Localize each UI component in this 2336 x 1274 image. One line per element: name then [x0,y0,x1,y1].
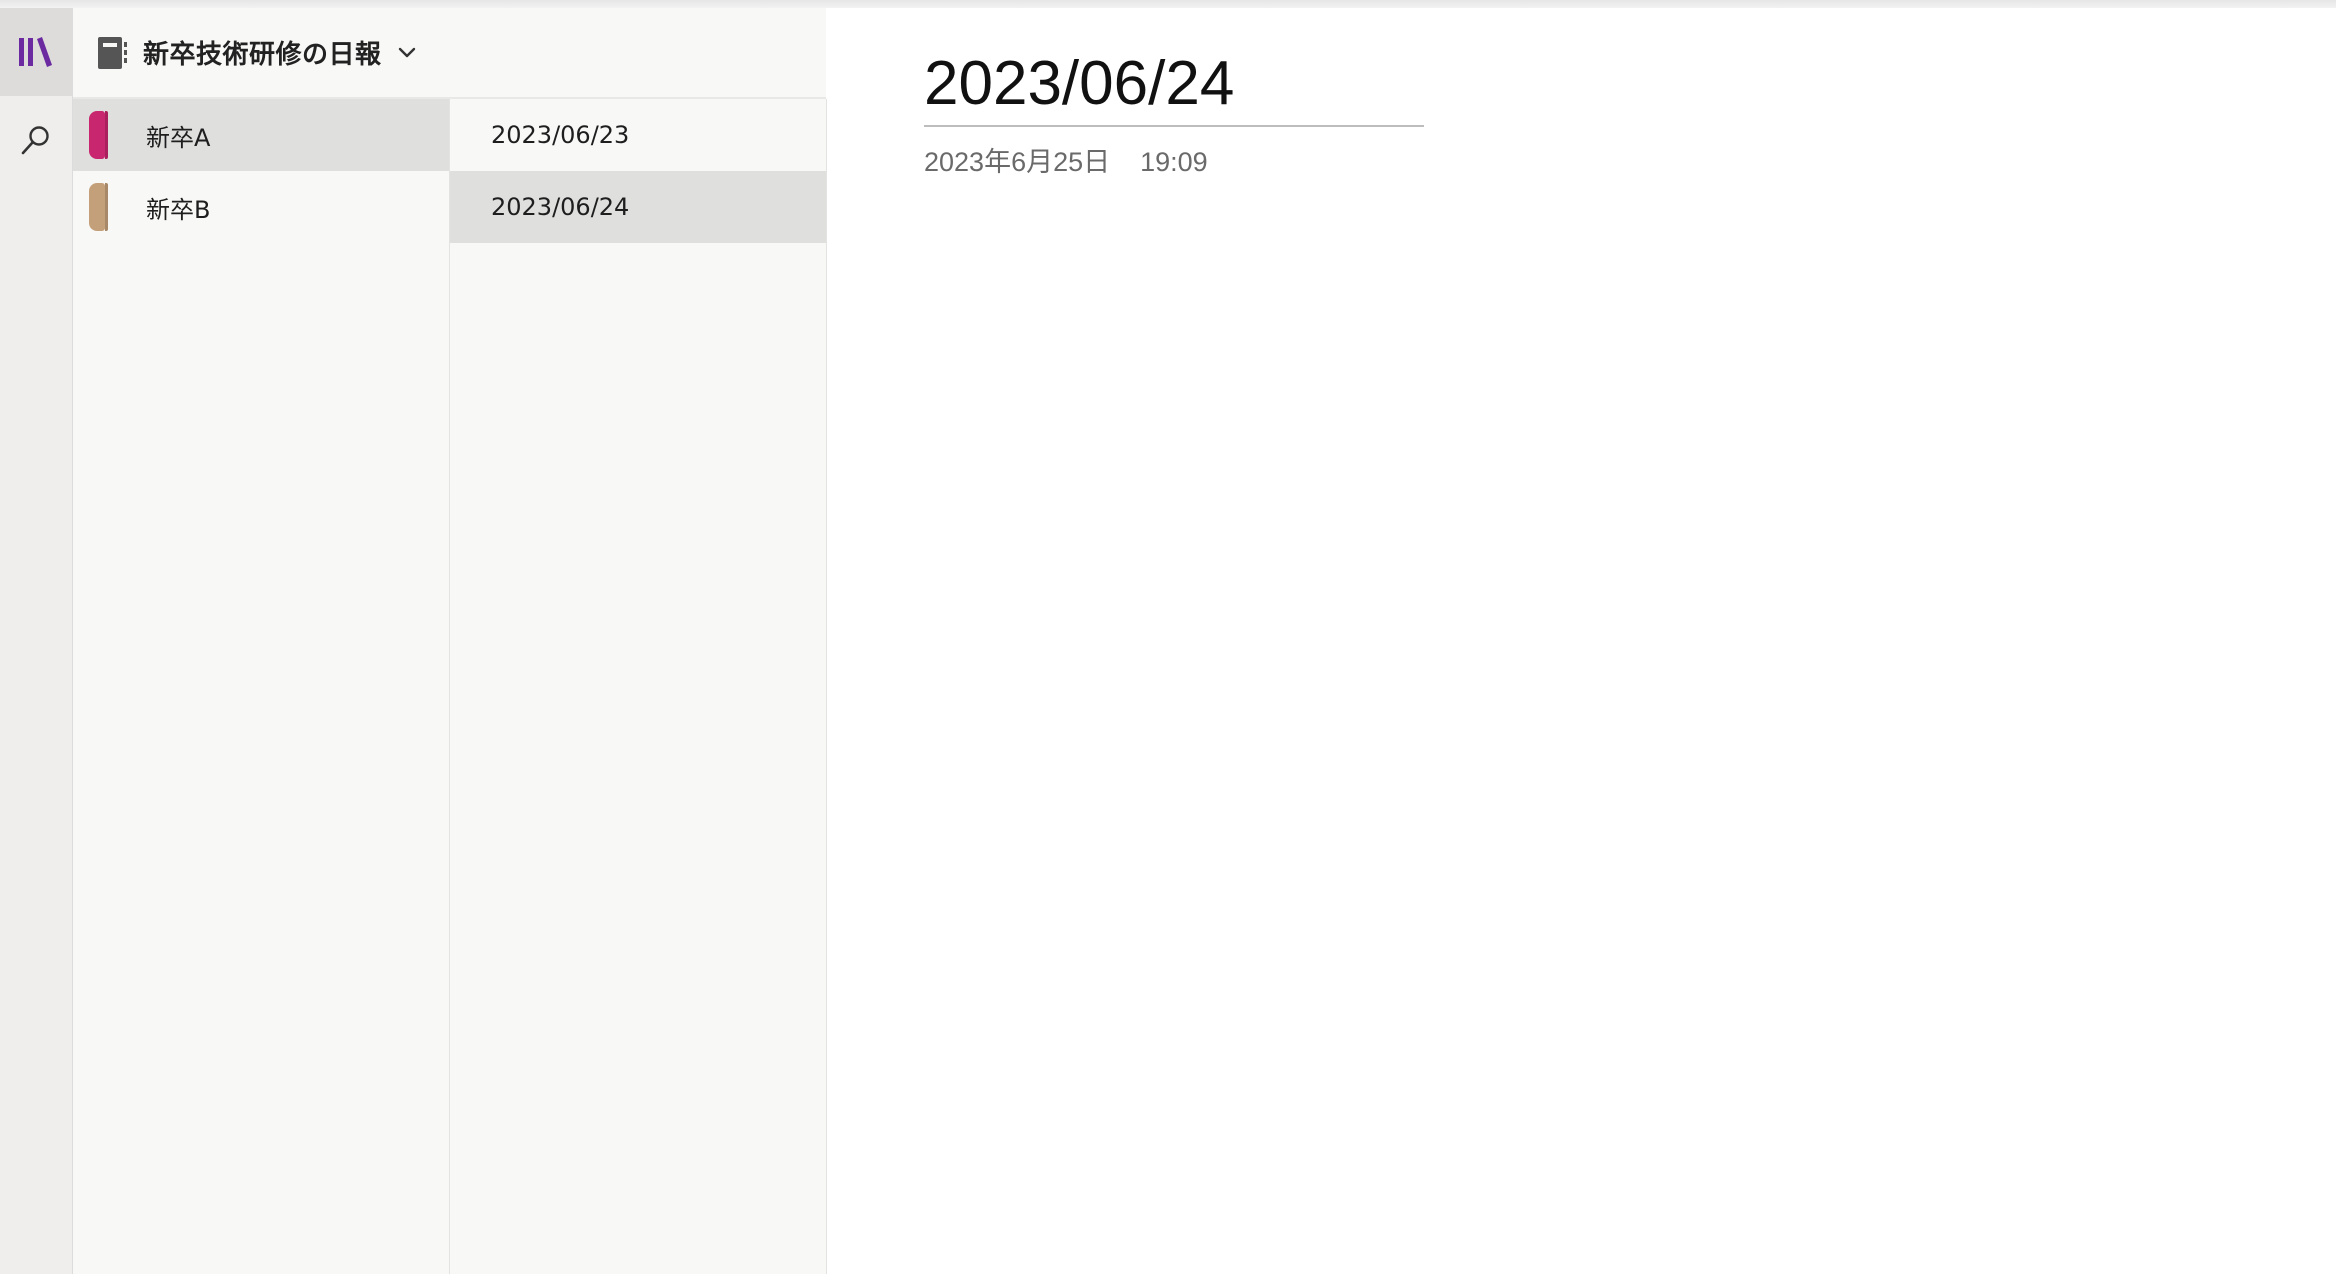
section-color-tab [89,183,105,231]
page-time: 19:09 [1140,147,1208,177]
page-item[interactable]: 2023/06/23 [450,99,826,171]
notebooks-button[interactable] [0,8,72,96]
page-canvas[interactable]: 2023/06/24 2023年6月25日 19:09 [828,8,2336,1274]
notebooks-icon [19,37,52,67]
section-list: 新卒A 新卒B [73,99,450,1274]
page-label: 2023/06/23 [491,121,630,149]
nav-rail [0,8,73,1274]
page-title[interactable]: 2023/06/24 [924,48,1424,127]
search-icon [21,126,49,155]
page-item[interactable]: 2023/06/24 [450,171,826,243]
page-date: 2023年6月25日 [924,147,1111,177]
section-item[interactable]: 新卒A [73,99,449,171]
chevron-down-icon[interactable] [396,42,418,64]
notebook-title[interactable]: 新卒技術研修の日報 [143,34,382,71]
notebook-icon [95,35,131,71]
section-label: 新卒B [146,195,211,224]
section-item[interactable]: 新卒B [73,171,449,243]
section-label: 新卒A [146,123,211,152]
page-timestamp: 2023年6月25日 19:09 [924,140,1208,179]
window-top-edge [0,0,2336,8]
page-label: 2023/06/24 [491,193,630,221]
notebook-header[interactable]: 新卒技術研修の日報 [73,8,826,99]
search-button[interactable] [0,96,72,184]
page-list: 2023/06/23 2023/06/24 [450,99,827,1274]
section-color-tab [89,111,105,159]
